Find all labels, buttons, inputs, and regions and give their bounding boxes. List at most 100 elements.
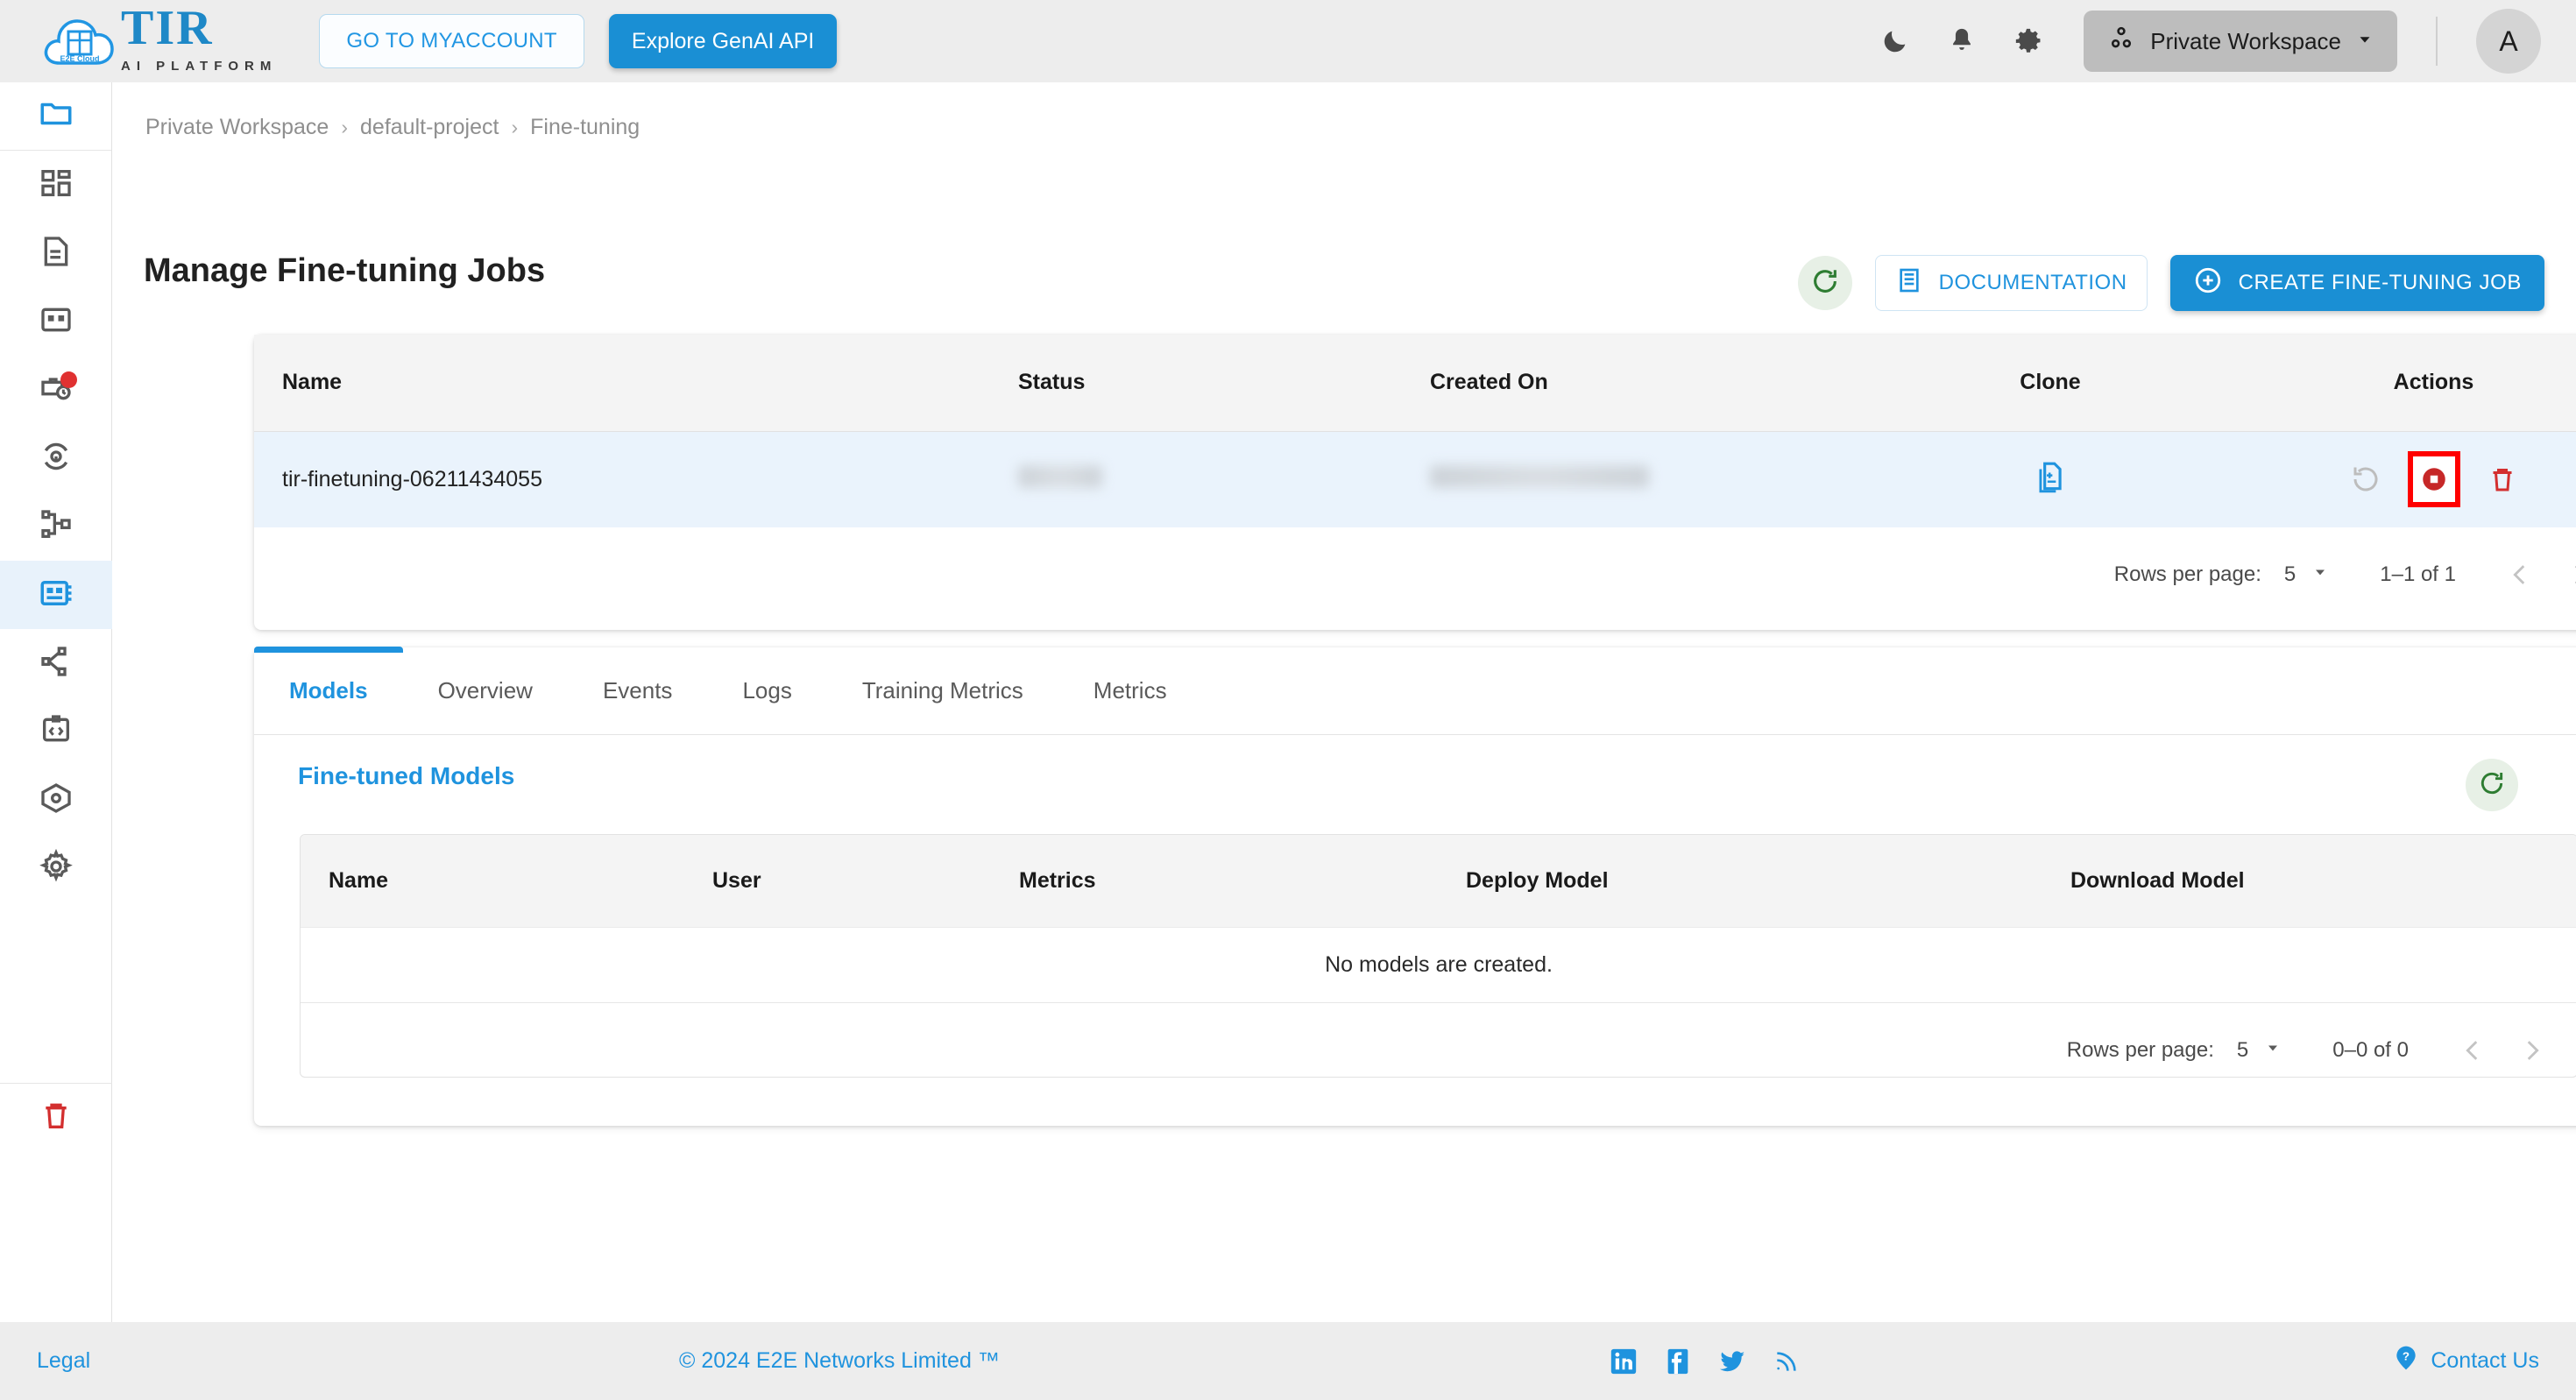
breadcrumb-item-fine-tuning[interactable]: Fine-tuning: [530, 115, 640, 140]
explore-genai-api-button[interactable]: Explore GenAI API: [608, 14, 838, 68]
model-repo-icon: [39, 781, 74, 820]
refresh-jobs-button[interactable]: [1797, 256, 1852, 310]
twitter-icon[interactable]: [1716, 1346, 1748, 1377]
pagination-range: 1–1 of 1: [2380, 562, 2456, 586]
avatar-initial: A: [2499, 25, 2518, 57]
footer-legal-link[interactable]: Legal: [37, 1348, 90, 1374]
sidebar-item-fine-tuning[interactable]: [0, 561, 112, 629]
header-divider: [2436, 17, 2438, 66]
logo-subtitle: AI PLATFORM: [121, 59, 278, 74]
column-header-actions: Actions: [2393, 370, 2474, 395]
sidebar-item-settings[interactable]: [0, 834, 112, 902]
sidebar-item-api-tokens[interactable]: [0, 697, 112, 766]
chevron-down-icon: [2311, 562, 2329, 587]
go-to-myaccount-button[interactable]: GO TO MYACCOUNT: [319, 14, 584, 68]
share-icon: [39, 644, 74, 683]
fine-tuning-jobs-table: Name Status Created On Clone Actions tir…: [254, 335, 2576, 527]
document-icon: [1895, 266, 1923, 301]
chevron-right-icon[interactable]: [2565, 560, 2576, 590]
footer-social-links: [1608, 1346, 1802, 1377]
breadcrumb: Private Workspace › default-project › Fi…: [145, 115, 640, 140]
linkedin-icon[interactable]: [1608, 1346, 1639, 1377]
chevron-left-icon[interactable]: [2505, 560, 2535, 590]
sidebar-item-jobs[interactable]: [0, 356, 112, 424]
top-bar: E2E Cloud TIR AI PLATFORM GO TO MYACCOUN…: [0, 0, 2576, 82]
pagination-nav: [2505, 560, 2576, 590]
column-header-user: User: [712, 868, 761, 893]
column-header-metrics: Metrics: [1019, 868, 1096, 893]
workspace-icon: [2106, 24, 2136, 60]
tab-logs[interactable]: Logs: [707, 647, 826, 734]
app-logo[interactable]: E2E Cloud TIR AI PLATFORM: [42, 4, 278, 74]
avatar[interactable]: A: [2476, 9, 2541, 74]
sidebar-item-datasets[interactable]: [0, 287, 112, 356]
jobs-pagination: Rows per page: 5 1–1 of 1: [254, 527, 2576, 622]
sidebar-item-model-repository[interactable]: [0, 766, 112, 834]
stop-icon[interactable]: [2407, 451, 2460, 508]
workspace-selector[interactable]: Private Workspace: [2084, 11, 2397, 72]
notebook-icon: [39, 234, 74, 273]
rows-per-page-value: 5: [2236, 1037, 2249, 1062]
refresh-models-button[interactable]: [2466, 759, 2518, 811]
redacted-status-value: [1018, 464, 1102, 488]
clone-file-icon[interactable]: [2031, 458, 2070, 497]
job-name-cell: tir-finetuning-06211434055: [254, 430, 990, 527]
job-actions-cell: [2243, 430, 2576, 527]
chevron-left-icon[interactable]: [2458, 1036, 2488, 1065]
create-fine-tuning-job-button[interactable]: CREATE FINE-TUNING JOB: [2169, 255, 2544, 311]
go-to-myaccount-label: GO TO MYACCOUNT: [346, 29, 557, 53]
models-empty-message: No models are created.: [301, 927, 2576, 1002]
main-content: Private Workspace › default-project › Fi…: [112, 82, 2576, 1322]
rows-per-page-select[interactable]: 5: [2284, 562, 2329, 587]
redacted-created-on-value: [1430, 464, 1649, 488]
datasets-icon: [39, 302, 74, 342]
breadcrumb-separator: ›: [341, 116, 349, 138]
chevron-right-icon[interactable]: [2517, 1036, 2547, 1065]
facebook-icon[interactable]: [1662, 1346, 1694, 1377]
breadcrumb-separator: ›: [511, 116, 519, 138]
bell-icon[interactable]: [1942, 21, 1982, 61]
workspace-label: Private Workspace: [2150, 27, 2341, 54]
sidebar-item-dashboard[interactable]: [0, 151, 112, 219]
job-actions-group: [2243, 451, 2576, 508]
sidebar-item-trash[interactable]: [0, 1084, 112, 1152]
fine-tuning-jobs-card: Name Status Created On Clone Actions tir…: [254, 335, 2576, 630]
tab-events[interactable]: Events: [568, 647, 708, 734]
rows-per-page-select[interactable]: 5: [2237, 1038, 2282, 1063]
moon-icon[interactable]: [1875, 21, 1915, 61]
tab-overview-label: Overview: [437, 677, 533, 704]
footer-copyright: © 2024 E2E Networks Limited ™: [679, 1348, 1000, 1373]
page-title: Manage Fine-tuning Jobs: [144, 252, 546, 289]
tab-logs-label: Logs: [742, 677, 792, 704]
svg-text:E2E Cloud: E2E Cloud: [60, 54, 99, 63]
tab-models[interactable]: Models: [254, 647, 403, 734]
rss-icon[interactable]: [1771, 1346, 1802, 1377]
tab-metrics[interactable]: Metrics: [1058, 647, 1202, 734]
tab-training-metrics[interactable]: Training Metrics: [827, 647, 1058, 734]
breadcrumb-item-project[interactable]: default-project: [360, 115, 499, 140]
fine-tuned-models-title: Fine-tuned Models: [298, 762, 515, 789]
sidebar-item-pipelines[interactable]: [0, 424, 112, 492]
job-clone-cell: [1858, 430, 2243, 527]
sidebar-item-projects[interactable]: [0, 82, 111, 151]
sidebar-item-notebooks[interactable]: [0, 219, 112, 287]
sidebar-item-nodes[interactable]: [0, 492, 112, 561]
tab-models-label: Models: [289, 677, 368, 704]
sidebar-item-endpoints[interactable]: [0, 629, 112, 697]
refresh-icon: [2478, 769, 2506, 802]
create-fine-tuning-job-label: CREATE FINE-TUNING JOB: [2238, 271, 2522, 294]
finetuning-icon: [38, 575, 74, 616]
help-icon: ?: [2392, 1344, 2420, 1378]
gear-icon[interactable]: [2008, 21, 2049, 61]
tab-events-label: Events: [602, 677, 673, 704]
tab-overview[interactable]: Overview: [403, 647, 568, 734]
table-row[interactable]: tir-finetuning-06211434055: [254, 430, 2576, 527]
breadcrumb-item-workspace[interactable]: Private Workspace: [145, 115, 329, 140]
delete-icon[interactable]: [2483, 460, 2522, 498]
column-header-status: Status: [1018, 370, 1086, 395]
restart-icon[interactable]: [2346, 460, 2385, 498]
settings-icon: [39, 848, 74, 888]
contact-us-link[interactable]: ? Contact Us: [2392, 1344, 2539, 1378]
tab-metrics-label: Metrics: [1093, 677, 1167, 704]
documentation-button[interactable]: DOCUMENTATION: [1874, 255, 2148, 311]
